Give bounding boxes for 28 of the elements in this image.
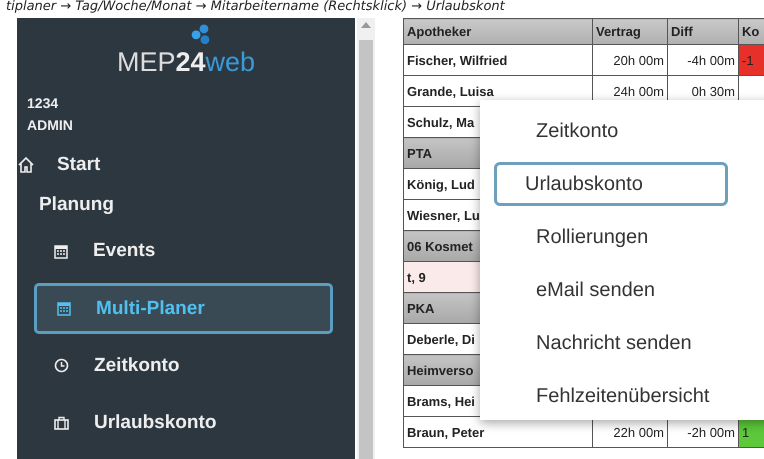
calendar-icon bbox=[57, 301, 71, 316]
table-cell: 20h 00m bbox=[592, 44, 668, 76]
calendar-icon bbox=[54, 244, 68, 259]
column-header: Apotheker bbox=[404, 18, 592, 44]
table-cell: -4h 00m bbox=[668, 44, 738, 76]
user-role: ADMIN bbox=[27, 116, 74, 135]
scroll-up-icon[interactable] bbox=[361, 22, 371, 28]
home-icon bbox=[17, 156, 35, 174]
nav-item[interactable]: Events bbox=[34, 234, 333, 270]
table-cell: Fischer, Wilfried bbox=[404, 44, 592, 76]
logo-icon bbox=[190, 24, 212, 46]
scrollbar-thumb[interactable] bbox=[359, 40, 373, 459]
clock-icon bbox=[54, 358, 69, 374]
column-header: Ko bbox=[738, 18, 764, 44]
nav-item[interactable]: Start bbox=[17, 154, 355, 176]
column-header: Diff bbox=[668, 18, 738, 44]
column-header: Vertrag bbox=[592, 18, 668, 44]
menu-item[interactable]: Urlaubskonto bbox=[494, 162, 728, 206]
table-cell: -1 bbox=[738, 44, 764, 76]
nav-item[interactable]: Multi-Planer bbox=[34, 283, 333, 334]
user-id: 1234 bbox=[27, 94, 60, 113]
logo-text: MEP24web bbox=[116, 46, 256, 78]
nav-section-title: Planung bbox=[38, 194, 115, 216]
nav-item[interactable]: Urlaubskonto bbox=[34, 406, 333, 442]
scrollbar[interactable] bbox=[357, 18, 375, 459]
instruction-caption: tiplaner → Tag/Woche/Monat → Mitarbeitername (Rechtsklick) → Urlaubskont bbox=[5, 0, 506, 16]
briefcase-icon bbox=[54, 416, 69, 430]
nav-item[interactable]: Zeitkonto bbox=[34, 348, 333, 384]
